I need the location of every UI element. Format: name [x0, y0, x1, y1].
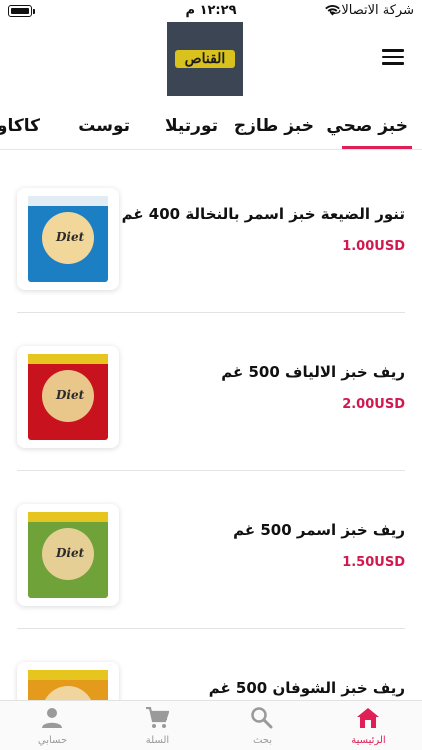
hamburger-menu-icon[interactable]: [382, 49, 404, 67]
account-icon: [42, 708, 62, 728]
tab-toast[interactable]: توست: [78, 116, 130, 136]
active-tab-indicator: [342, 146, 412, 149]
product-item[interactable]: Diet ريف خبز اسمر 500 غم 1.50USD: [0, 466, 422, 624]
nav-home[interactable]: الرئيسية: [316, 701, 421, 750]
tab-cocoa[interactable]: كاكاو: [0, 116, 40, 136]
product-name[interactable]: ريف خبز الشوفان 500 غم: [209, 679, 405, 697]
product-name[interactable]: ريف خبز الالياف 500 غم: [221, 363, 405, 381]
product-price: 2.00USD: [342, 397, 405, 412]
product-name[interactable]: تنور الضيعة خبز اسمر بالنخالة 400 غم: [122, 205, 405, 223]
app-header: القناص: [0, 22, 422, 100]
product-price: 1.00USD: [342, 239, 405, 254]
product-image-label: Diet: [56, 230, 85, 244]
cart-icon: [146, 707, 169, 728]
nav-search[interactable]: بحث: [210, 701, 315, 750]
product-image[interactable]: Diet: [17, 504, 119, 606]
tab-healthy-bread[interactable]: خبز صحي: [326, 116, 408, 136]
product-item[interactable]: Diet ريف خبز الالياف 500 غم 2.00USD: [0, 308, 422, 466]
product-image[interactable]: Diet: [17, 346, 119, 448]
search-icon: [251, 707, 273, 729]
product-image-label: Diet: [56, 388, 85, 402]
app-logo: القناص: [167, 22, 243, 96]
nav-label: الرئيسية: [351, 735, 386, 746]
product-image-label: Diet: [56, 546, 85, 560]
product-name[interactable]: ريف خبز اسمر 500 غم: [233, 521, 405, 539]
tab-fresh-bread[interactable]: خبز طازج: [234, 116, 314, 136]
tab-tortilla[interactable]: تورتيلا: [165, 116, 218, 136]
product-image[interactable]: Diet: [17, 188, 119, 290]
product-item[interactable]: Diet تنور الضيعة خبز اسمر بالنخالة 400 غ…: [0, 150, 422, 308]
logo-text: القناص: [175, 50, 235, 68]
home-icon: [357, 708, 379, 728]
nav-account[interactable]: حسابي: [0, 701, 105, 750]
nav-cart[interactable]: السلة: [105, 701, 210, 750]
bottom-nav: حسابي السلة بحث الرئيسية: [0, 700, 422, 750]
nav-label: بحث: [252, 735, 273, 746]
carrier-name: شركة الاتصالات: [329, 3, 414, 18]
category-tabs: خبز صحي خبز طازج تورتيلا توست كاكاو: [0, 100, 422, 150]
nav-label: السلة: [145, 735, 170, 746]
product-price: 1.50USD: [342, 555, 405, 570]
status-bar: ١٢:٢٩ م شركة الاتصالات: [0, 0, 422, 24]
nav-label: حسابي: [37, 735, 68, 746]
